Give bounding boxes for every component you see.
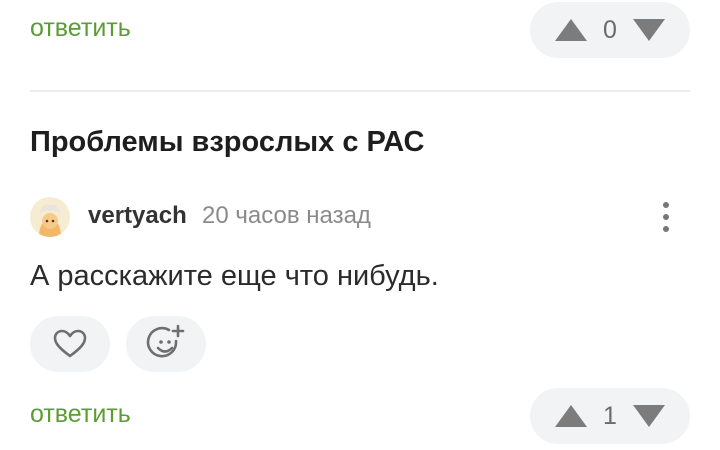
avatar-image xyxy=(30,197,70,237)
dot xyxy=(663,214,669,220)
vote-pill: 1 xyxy=(530,388,690,444)
dot xyxy=(663,226,669,232)
smiley-plus-icon xyxy=(146,324,185,358)
vertical-dots-icon xyxy=(663,202,669,208)
vote-pill-top: 0 xyxy=(530,2,690,58)
triangle-up-icon xyxy=(555,405,587,427)
triangle-down-icon xyxy=(633,19,665,41)
author-name[interactable]: vertyach xyxy=(88,202,187,230)
triangle-up-icon xyxy=(555,19,587,41)
timestamp: 20 часов назад xyxy=(202,202,371,229)
downvote-button-top[interactable] xyxy=(632,18,666,42)
upvote-button-top[interactable] xyxy=(554,18,588,42)
divider xyxy=(30,90,690,92)
post-title[interactable]: Проблемы взрослых с РАС xyxy=(30,126,424,159)
comment-text: А расскажите еще что нибудь. xyxy=(30,260,439,292)
like-button[interactable] xyxy=(30,316,110,372)
avatar[interactable] xyxy=(30,197,70,237)
add-reaction-button[interactable] xyxy=(126,316,206,372)
downvote-button[interactable] xyxy=(632,404,666,428)
more-options-button[interactable] xyxy=(652,197,680,237)
reply-link-top[interactable]: ответить xyxy=(30,14,131,43)
upvote-button[interactable] xyxy=(554,404,588,428)
vote-count: 1 xyxy=(603,401,617,430)
vote-count-top: 0 xyxy=(603,15,617,44)
triangle-down-icon xyxy=(633,405,665,427)
comments-view: ответить 0 Проблемы взрослых с РАС verty… xyxy=(0,0,720,450)
heart-icon xyxy=(53,329,87,358)
reply-link[interactable]: ответить xyxy=(30,400,131,429)
